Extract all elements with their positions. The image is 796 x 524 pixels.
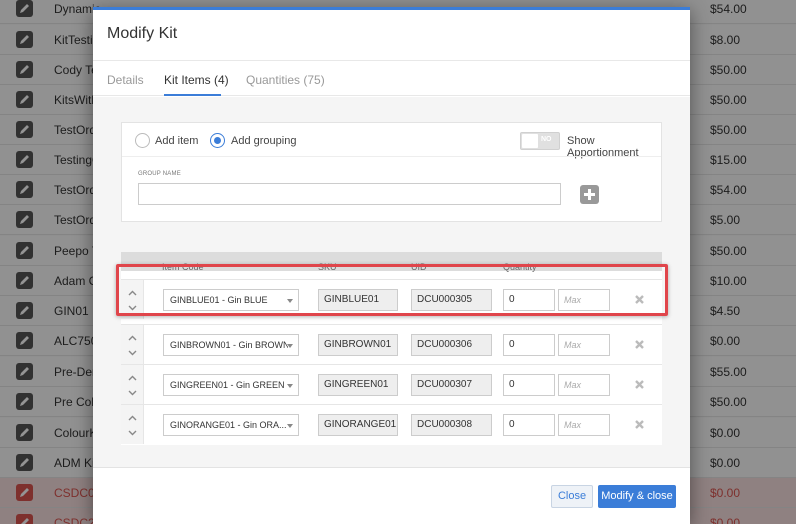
group-name-label: GROUP NAME: [138, 171, 181, 177]
sku-field: GINORANGE01: [318, 414, 398, 436]
apportionment-toggle[interactable]: NO: [520, 132, 560, 150]
add-grouping-label[interactable]: Add grouping: [231, 135, 296, 147]
tab-kit-items[interactable]: Kit Items (4): [164, 73, 229, 87]
tab-details[interactable]: Details: [107, 73, 144, 87]
add-item-label[interactable]: Add item: [155, 135, 198, 147]
highlight-box: [116, 264, 668, 316]
chevron-down-icon: [287, 384, 293, 388]
add-item-radio[interactable]: [135, 133, 150, 148]
toggle-state: NO: [541, 136, 552, 143]
max-input[interactable]: Max: [558, 334, 610, 356]
table-row: GINBROWN01 - Gin BROWN GINBROWN01 DCU000…: [121, 324, 662, 364]
active-tab-indicator: [164, 94, 221, 96]
move-down-icon[interactable]: [128, 348, 137, 357]
item-code-select[interactable]: GINORANGE01 - Gin ORA...: [163, 414, 299, 436]
max-input[interactable]: Max: [558, 414, 610, 436]
move-up-icon[interactable]: [128, 374, 137, 383]
remove-icon[interactable]: [634, 339, 645, 350]
chevron-down-icon: [287, 344, 293, 348]
reorder-handle: [121, 365, 144, 404]
reorder-handle: [121, 405, 144, 444]
quantity-input[interactable]: 0: [503, 374, 555, 396]
move-down-icon[interactable]: [128, 428, 137, 437]
add-group-button[interactable]: [580, 185, 599, 204]
reorder-handle: [121, 325, 144, 364]
uid-field: DCU000308: [411, 414, 492, 436]
quantity-input[interactable]: 0: [503, 334, 555, 356]
sku-field: GINBROWN01: [318, 334, 398, 356]
divider: [122, 156, 661, 157]
chevron-down-icon: [287, 424, 293, 428]
quantity-input[interactable]: 0: [503, 414, 555, 436]
table-row: GINORANGE01 - Gin ORA... GINORANGE01 DCU…: [121, 404, 662, 444]
move-up-icon[interactable]: [128, 414, 137, 423]
modal-title: Modify Kit: [107, 25, 178, 42]
uid-field: DCU000307: [411, 374, 492, 396]
item-code-value: GINORANGE01 - Gin ORA...: [170, 420, 287, 430]
add-options-panel: Add item Add grouping NO Show Apportionm…: [121, 122, 662, 222]
remove-icon[interactable]: [634, 379, 645, 390]
item-code-select[interactable]: GINBROWN01 - Gin BROWN: [163, 334, 299, 356]
item-code-value: GINBROWN01 - Gin BROWN: [170, 340, 288, 350]
move-down-icon[interactable]: [128, 388, 137, 397]
uid-field: DCU000306: [411, 334, 492, 356]
tab-bar: Details Kit Items (4) Quantities (75): [93, 60, 690, 96]
add-grouping-radio[interactable]: [210, 133, 225, 148]
move-up-icon[interactable]: [128, 334, 137, 343]
modify-close-button[interactable]: Modify & close: [598, 485, 676, 508]
sku-field: GINGREEN01: [318, 374, 398, 396]
table-row: GINGREEN01 - Gin GREEN GINGREEN01 DCU000…: [121, 364, 662, 404]
modal-footer: Close Modify & close: [93, 467, 690, 524]
item-code-value: GINGREEN01 - Gin GREEN: [170, 380, 285, 390]
item-code-select[interactable]: GINGREEN01 - Gin GREEN: [163, 374, 299, 396]
max-input[interactable]: Max: [558, 374, 610, 396]
tab-quantities[interactable]: Quantities (75): [246, 73, 325, 87]
remove-icon[interactable]: [634, 419, 645, 430]
group-name-input[interactable]: [138, 183, 561, 205]
close-button[interactable]: Close: [551, 485, 593, 508]
toggle-knob: [522, 134, 538, 148]
